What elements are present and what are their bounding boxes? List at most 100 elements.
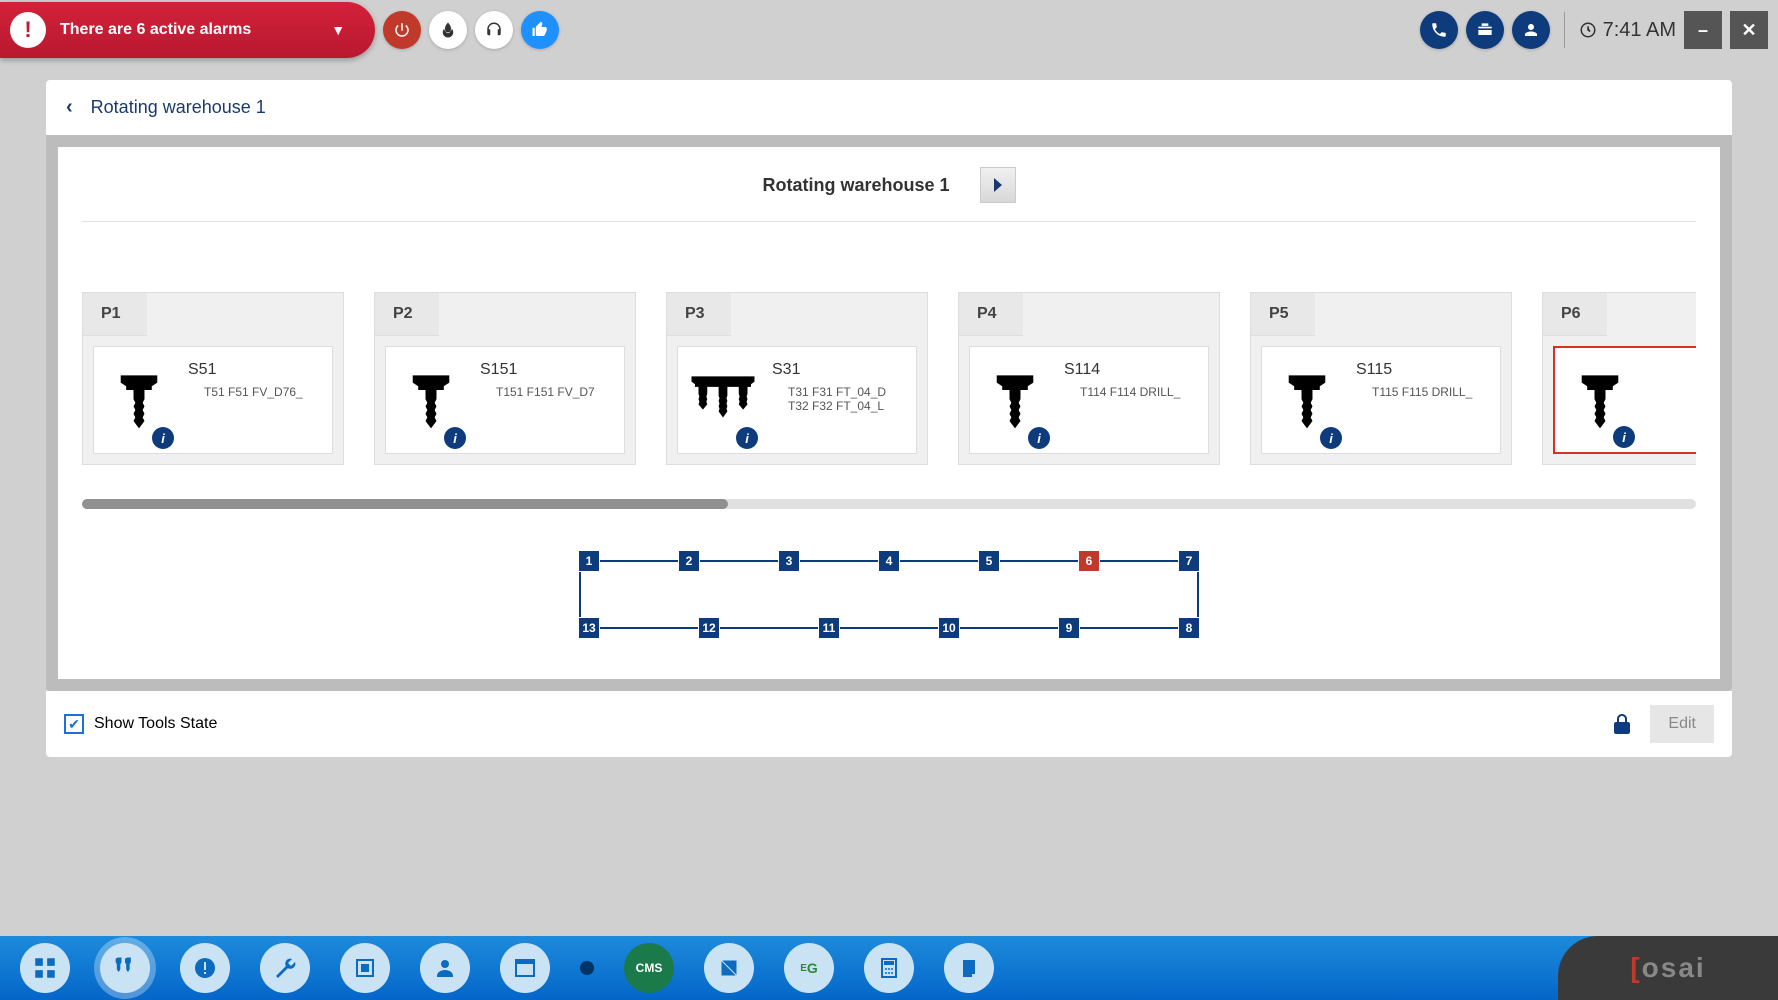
- machine-icon: [1475, 20, 1495, 40]
- tool-name: S114: [1064, 361, 1198, 379]
- tool-line: T32 F32 FT_04_L: [788, 399, 906, 413]
- taskbar: CMS EG [osai: [0, 936, 1778, 1000]
- user-icon: [1522, 21, 1540, 39]
- tool-card[interactable]: i S114 T114 F114 DRILL_: [969, 346, 1209, 454]
- alarm-banner[interactable]: ! There are 6 active alarms ▼: [0, 2, 375, 58]
- diagram-node-4[interactable]: 4: [878, 550, 900, 572]
- taskbar-dashboard-button[interactable]: [20, 943, 70, 993]
- scrollbar-thumb[interactable]: [82, 499, 728, 509]
- info-icon[interactable]: i: [736, 427, 758, 449]
- slot-P6[interactable]: P6 i: [1542, 292, 1696, 465]
- machine-button[interactable]: [1466, 11, 1504, 49]
- info-icon[interactable]: i: [1028, 427, 1050, 449]
- tool-icon-wrap: i: [396, 355, 466, 445]
- slot-P1[interactable]: P1 i S51 T51 F51 FV_D76_: [82, 292, 344, 465]
- slot-P5[interactable]: P5 i S115 T115 F115 DRILL_: [1250, 292, 1512, 465]
- headset-button[interactable]: [475, 11, 513, 49]
- info-icon[interactable]: i: [444, 427, 466, 449]
- calculator-icon: [877, 956, 901, 980]
- clock: 7:41 AM: [1579, 19, 1676, 42]
- slot-P2[interactable]: P2 i S151 T151 F151 FV_D7: [374, 292, 636, 465]
- tool-card[interactable]: i S31 T31 F31 FT_04_DT32 F32 FT_04_L: [677, 346, 917, 454]
- tool-line: T151 F151 FV_D7: [496, 385, 614, 399]
- power-icon: [393, 21, 411, 39]
- diagram-node-11[interactable]: 11: [818, 617, 840, 639]
- info-icon[interactable]: i: [152, 427, 174, 449]
- alarm-text: There are 6 active alarms: [60, 21, 251, 39]
- tool-name: S151: [480, 361, 614, 379]
- phone-button[interactable]: [1420, 11, 1458, 49]
- page-icon: [717, 956, 741, 980]
- breadcrumb: ‹ Rotating warehouse 1: [46, 80, 1732, 135]
- diagram-node-8[interactable]: 8: [1178, 617, 1200, 639]
- user-button[interactable]: [1512, 11, 1550, 49]
- diagram-node-12[interactable]: 12: [698, 617, 720, 639]
- edit-button[interactable]: Edit: [1650, 705, 1714, 743]
- warehouse-title: Rotating warehouse 1: [762, 175, 949, 196]
- info-icon[interactable]: i: [1320, 427, 1342, 449]
- diagram-node-6[interactable]: 6: [1078, 550, 1100, 572]
- horizontal-scrollbar[interactable]: [82, 499, 1696, 509]
- slot-P3[interactable]: P3 i S31 T31 F31 FT_04_DT32 F32 FT_04_L: [666, 292, 928, 465]
- breadcrumb-title: Rotating warehouse 1: [91, 97, 266, 118]
- tool-icon-wrap: i: [1272, 355, 1342, 445]
- info-icon[interactable]: i: [1613, 426, 1635, 448]
- alert-circle-icon: [193, 956, 217, 980]
- power-button[interactable]: [383, 11, 421, 49]
- diagram-node-9[interactable]: 9: [1058, 617, 1080, 639]
- slot-P4[interactable]: P4 i S114 T114 F114 DRILL_: [958, 292, 1220, 465]
- chevron-right-icon: [992, 178, 1004, 192]
- diagram-node-13[interactable]: 13: [578, 617, 600, 639]
- taskbar-cms-button[interactable]: CMS: [624, 943, 674, 993]
- warehouse-next-button[interactable]: [980, 167, 1016, 203]
- diagram-node-7[interactable]: 7: [1178, 550, 1200, 572]
- taskbar-maintenance-button[interactable]: [260, 943, 310, 993]
- tool-line: T31 F31 FT_04_D: [788, 385, 906, 399]
- show-tools-state-label: Show Tools State: [94, 715, 217, 733]
- diagram-node-1[interactable]: 1: [578, 550, 600, 572]
- tool-name: S51: [188, 361, 322, 379]
- slot-position-label: P1: [83, 293, 147, 336]
- diagram-node-3[interactable]: 3: [778, 550, 800, 572]
- taskbar-tools-button[interactable]: [100, 943, 150, 993]
- thumbs-up-button[interactable]: [521, 11, 559, 49]
- grid-icon: [32, 955, 58, 981]
- diagram-node-2[interactable]: 2: [678, 550, 700, 572]
- divider: [1564, 12, 1565, 48]
- taskbar-alerts-button[interactable]: [180, 943, 230, 993]
- diagram-node-10[interactable]: 10: [938, 617, 960, 639]
- close-button[interactable]: ✕: [1730, 11, 1768, 49]
- diagram-node-5[interactable]: 5: [978, 550, 1000, 572]
- taskbar-notes-button[interactable]: [944, 943, 994, 993]
- tool-card[interactable]: i S51 T51 F51 FV_D76_: [93, 346, 333, 454]
- tool-icon-wrap: i: [980, 355, 1050, 445]
- taskbar-eg-button[interactable]: EG: [784, 943, 834, 993]
- slot-position-label: P6: [1543, 293, 1607, 336]
- phone-icon: [1430, 21, 1448, 39]
- fire-button[interactable]: [429, 11, 467, 49]
- slot-position-label: P4: [959, 293, 1023, 336]
- taskbar-app1-button[interactable]: [704, 943, 754, 993]
- taskbar-user-button[interactable]: [420, 943, 470, 993]
- show-tools-state-checkbox[interactable]: ✔: [64, 714, 84, 734]
- minimize-button[interactable]: –: [1684, 11, 1722, 49]
- tool-icon-wrap: i: [1565, 356, 1635, 444]
- chevron-down-icon: ▼: [331, 22, 345, 38]
- tool-icon-wrap: i: [104, 355, 174, 445]
- taskbar-layout-button[interactable]: [340, 943, 390, 993]
- tool-card[interactable]: i S115 T115 F115 DRILL_: [1261, 346, 1501, 454]
- back-button[interactable]: ‹: [66, 96, 73, 119]
- tool-icon-wrap: i: [688, 355, 758, 445]
- tool-card[interactable]: i: [1553, 346, 1696, 454]
- thumbs-up-icon: [531, 21, 549, 39]
- tool-card[interactable]: i S151 T151 F151 FV_D7: [385, 346, 625, 454]
- alert-icon: !: [10, 12, 46, 48]
- slot-position-label: P3: [667, 293, 731, 336]
- taskbar-calculator-button[interactable]: [864, 943, 914, 993]
- brand-logo: [osai: [1558, 936, 1778, 1000]
- taskbar-window-button[interactable]: [500, 943, 550, 993]
- tool-line: T114 F114 DRILL_: [1080, 385, 1198, 399]
- notes-icon: [957, 956, 981, 980]
- clock-time: 7:41 AM: [1603, 19, 1676, 42]
- position-diagram: 12345671312111098: [82, 549, 1696, 649]
